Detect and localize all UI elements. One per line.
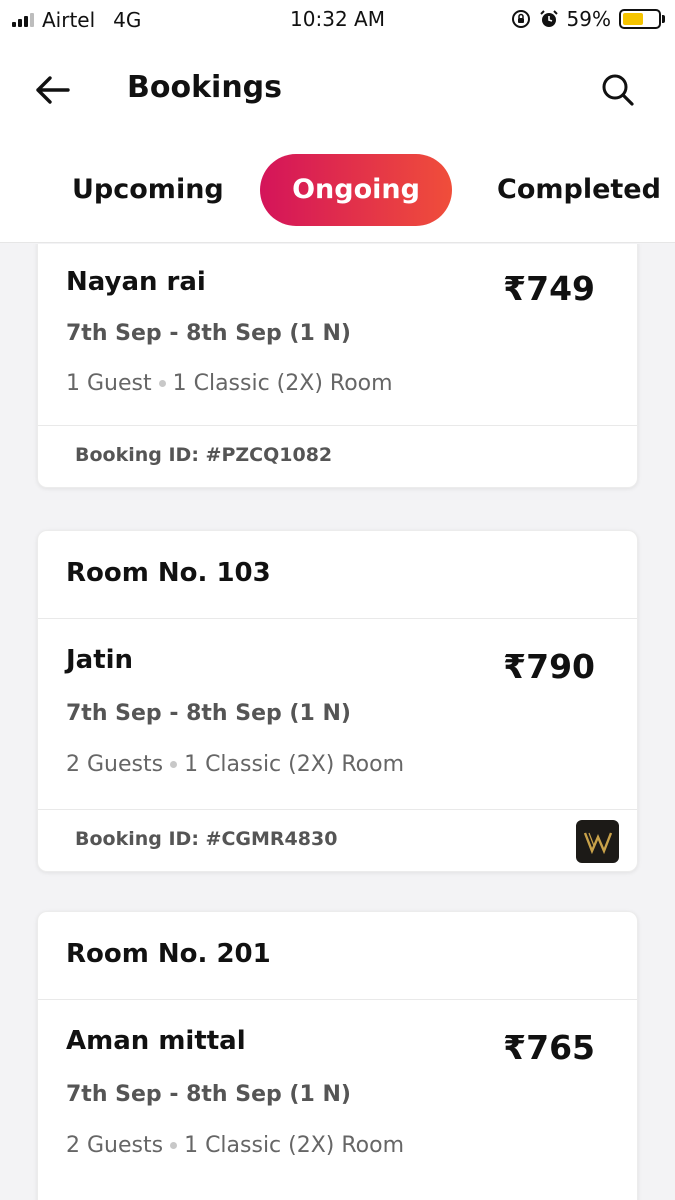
booking-price: ₹765: [503, 1028, 595, 1067]
room-number: Room No. 103: [66, 558, 271, 588]
booking-price: ₹790: [503, 647, 595, 686]
back-button[interactable]: [30, 68, 74, 112]
booking-footer: Booking ID: #PZCQ1082: [38, 425, 637, 487]
room-number: Room No. 201: [66, 939, 271, 969]
search-icon: [602, 74, 634, 106]
room-type: 1 Classic (2X) Room: [172, 371, 393, 396]
booking-card[interactable]: Room No. 103 Jatin ₹790 7th Sep - 8th Se…: [37, 530, 638, 872]
booking-dates: 7th Sep - 8th Sep (1 N): [66, 701, 351, 726]
guest-count: 1 Guest: [66, 371, 152, 396]
booking-tabs: Upcoming Ongoing Completed: [0, 140, 675, 243]
room-type: 1 Classic (2X) Room: [184, 1133, 405, 1158]
room-type: 1 Classic (2X) Room: [184, 752, 405, 777]
booking-footer: Booking ID: #CGMR4830: [38, 809, 637, 871]
separator-dot: [170, 1142, 178, 1149]
arrow-left-icon: [36, 76, 70, 104]
guest-name: Aman mittal: [66, 1026, 246, 1056]
search-button[interactable]: [596, 68, 640, 112]
booking-dates: 7th Sep - 8th Sep (1 N): [66, 321, 351, 346]
separator-dot: [158, 380, 166, 387]
guest-name: Jatin: [66, 645, 134, 675]
guest-count: 2 Guests: [66, 1133, 164, 1158]
tab-completed[interactable]: Completed: [497, 154, 661, 226]
alarm-icon: [539, 10, 558, 27]
room-header: Room No. 103: [38, 531, 637, 619]
booking-card[interactable]: Nayan rai ₹749 7th Sep - 8th Sep (1 N) 1…: [37, 244, 638, 488]
app-header: Bookings: [0, 40, 675, 140]
orientation-lock-icon: [511, 10, 530, 28]
battery-fill: [623, 13, 644, 25]
booking-list[interactable]: Nayan rai ₹749 7th Sep - 8th Sep (1 N) 1…: [0, 244, 675, 1200]
tab-upcoming[interactable]: Upcoming: [72, 154, 224, 226]
separator-dot: [170, 761, 178, 768]
booking-price: ₹749: [503, 269, 595, 308]
booking-card[interactable]: Room No. 201 Aman mittal ₹765 7th Sep - …: [37, 911, 638, 1200]
booking-details: 1 Guest 1 Classic (2X) Room: [66, 371, 393, 396]
page-title: Bookings: [127, 70, 283, 105]
battery-icon: [619, 9, 665, 29]
booking-dates: 7th Sep - 8th Sep (1 N): [66, 1082, 351, 1107]
booking-id: Booking ID: #PZCQ1082: [75, 444, 333, 466]
guest-count: 2 Guests: [66, 752, 164, 777]
booking-details: 2 Guests 1 Classic (2X) Room: [66, 1133, 404, 1158]
status-bar: Airtel 4G 10:32 AM 59%: [0, 0, 675, 40]
booking-id: Booking ID: #CGMR4830: [75, 828, 338, 850]
room-header: Room No. 201: [38, 912, 637, 1000]
booking-details: 2 Guests 1 Classic (2X) Room: [66, 752, 404, 777]
status-right: 59%: [511, 7, 665, 31]
tab-ongoing[interactable]: Ongoing: [260, 154, 452, 226]
battery-percent: 59%: [566, 7, 611, 31]
guest-name: Nayan rai: [66, 267, 206, 297]
w-logo-icon: [576, 820, 619, 863]
